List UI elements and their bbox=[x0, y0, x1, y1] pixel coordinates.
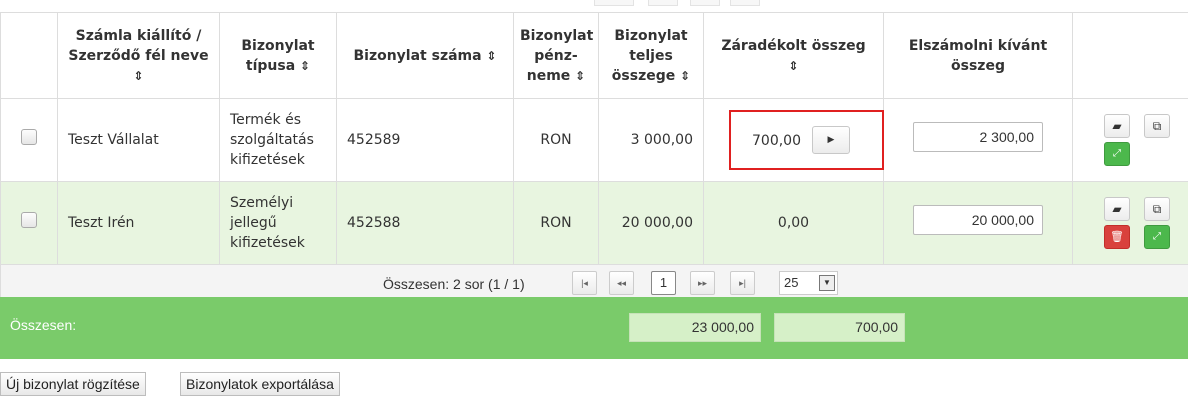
trash-icon: 🗑 bbox=[1110, 230, 1124, 243]
totals-total-amount: 23 000,00 bbox=[629, 313, 761, 342]
sort-icon[interactable]: ⇕ bbox=[133, 69, 143, 83]
expand-button[interactable]: ⤢ bbox=[1104, 142, 1130, 166]
settle-amount-input[interactable]: 2 300,00 bbox=[913, 122, 1043, 152]
header-total[interactable]: Bizonylat teljes összege ⇕ bbox=[598, 12, 704, 99]
settle-cell: 2 300,00 bbox=[883, 98, 1073, 182]
copy-icon: ⧉ bbox=[1152, 202, 1162, 216]
copy-button[interactable]: ⧉ bbox=[1144, 197, 1170, 221]
new-document-button[interactable]: Új bizonylat rögzítése bbox=[0, 372, 146, 396]
top-ghost-tab bbox=[594, 0, 634, 6]
header-issuer[interactable]: Számla kiállító / Szerződő fél neve ⇕ bbox=[57, 12, 220, 99]
sort-icon[interactable]: ⇕ bbox=[788, 59, 798, 73]
header-select bbox=[0, 12, 58, 99]
first-page-button[interactable]: |◂ bbox=[572, 270, 597, 295]
sort-icon[interactable]: ⇕ bbox=[575, 69, 585, 83]
total-cell: 3 000,00 bbox=[598, 98, 704, 182]
header-currency[interactable]: Bizonylat pénz-neme ⇕ bbox=[513, 12, 599, 99]
prev-page-button[interactable]: ◂◂ bbox=[609, 270, 634, 295]
top-ghost-tab bbox=[730, 0, 760, 6]
table-header-row: Számla kiállító / Szerződő fél neve ⇕ Biz… bbox=[0, 12, 1188, 99]
type-cell: Termék és szolgáltatás kifizetések bbox=[219, 98, 337, 182]
last-page-button[interactable]: ▸| bbox=[730, 270, 755, 295]
actions-cell: ▰ ⧉ ⤢ bbox=[1072, 98, 1188, 182]
row-checkbox[interactable] bbox=[21, 212, 37, 228]
page-size-select[interactable]: 25 ▼ bbox=[779, 270, 838, 295]
pager: Összesen: 2 sor (1 / 1) |◂ ◂◂ 1 ▸▸ ▸| 25… bbox=[1, 266, 1188, 300]
totals-bar: Összesen: 23 000,00 700,00 bbox=[0, 297, 1188, 359]
row-checkbox[interactable] bbox=[21, 129, 37, 145]
row-select-cell bbox=[0, 98, 58, 182]
documents-table: Számla kiállító / Szerződő fél neve ⇕ Biz… bbox=[0, 12, 1188, 301]
table-row: Teszt Vállalat Termék és szolgáltatás ki… bbox=[0, 98, 1188, 182]
header-actions bbox=[1072, 12, 1188, 99]
sort-icon[interactable]: ⇕ bbox=[300, 59, 310, 73]
expand-button[interactable]: ⤢ bbox=[1144, 225, 1170, 249]
copy-button[interactable]: ⧉ bbox=[1144, 114, 1170, 138]
clause-detail-button[interactable]: ▶ bbox=[812, 126, 850, 154]
pager-cell: Összesen: 2 sor (1 / 1) |◂ ◂◂ 1 ▸▸ ▸| 25… bbox=[0, 264, 1188, 301]
top-ghost-tab bbox=[648, 0, 678, 6]
total-cell: 20 000,00 bbox=[598, 181, 704, 265]
expand-icon: ⤢ bbox=[1113, 148, 1121, 159]
row-select-cell bbox=[0, 181, 58, 265]
open-button[interactable]: ▰ bbox=[1104, 114, 1130, 138]
chevron-down-icon[interactable]: ▼ bbox=[819, 274, 835, 291]
caret-right-icon: ▶ bbox=[827, 135, 835, 145]
next-page-button[interactable]: ▸▸ bbox=[690, 270, 715, 295]
totals-clause-amount: 700,00 bbox=[774, 313, 905, 342]
clause-value: 700,00 bbox=[752, 133, 801, 149]
top-strip bbox=[0, 0, 1188, 12]
actions-cell: ▰ ⧉ 🗑 ⤢ bbox=[1072, 181, 1188, 265]
copy-icon: ⧉ bbox=[1152, 119, 1162, 133]
folder-open-icon: ▰ bbox=[1112, 119, 1122, 133]
pager-summary: Összesen: 2 sor (1 / 1) bbox=[383, 275, 525, 292]
expand-icon: ⤢ bbox=[1153, 231, 1161, 242]
number-cell: 452588 bbox=[336, 181, 514, 265]
page-size-value: 25 bbox=[784, 274, 799, 290]
currency-cell: RON bbox=[513, 98, 599, 182]
header-type[interactable]: Bizonylat típusa ⇕ bbox=[219, 12, 337, 99]
issuer-cell: Teszt Vállalat bbox=[57, 98, 220, 182]
delete-button[interactable]: 🗑 bbox=[1104, 225, 1130, 249]
number-cell: 452589 bbox=[336, 98, 514, 182]
top-ghost-tab bbox=[690, 0, 720, 6]
issuer-cell: Teszt Irén bbox=[57, 181, 220, 265]
table-row: Teszt Irén Személyi jellegű kifizetések … bbox=[0, 181, 1188, 265]
folder-open-icon: ▰ bbox=[1112, 202, 1122, 216]
totals-label: Összesen: bbox=[10, 317, 77, 333]
pager-row: Összesen: 2 sor (1 / 1) |◂ ◂◂ 1 ▸▸ ▸| 25… bbox=[0, 264, 1188, 301]
header-settle: Elszámolni kívánt összeg bbox=[883, 12, 1073, 99]
header-clause[interactable]: Záradékolt összeg ⇕ bbox=[703, 12, 884, 99]
sort-icon[interactable]: ⇕ bbox=[680, 69, 690, 83]
current-page-button[interactable]: 1 bbox=[651, 270, 676, 295]
clause-cell: 700,00 ▶ bbox=[703, 98, 884, 182]
open-button[interactable]: ▰ bbox=[1104, 197, 1130, 221]
export-documents-button[interactable]: Bizonylatok exportálása bbox=[180, 372, 340, 396]
currency-cell: RON bbox=[513, 181, 599, 265]
settle-amount-input[interactable]: 20 000,00 bbox=[913, 205, 1043, 235]
settle-cell: 20 000,00 bbox=[883, 181, 1073, 265]
sort-icon[interactable]: ⇕ bbox=[486, 49, 496, 63]
header-number[interactable]: Bizonylat száma ⇕ bbox=[336, 12, 514, 99]
type-cell: Személyi jellegű kifizetések bbox=[219, 181, 337, 265]
clause-cell: 0,00 bbox=[703, 181, 884, 265]
